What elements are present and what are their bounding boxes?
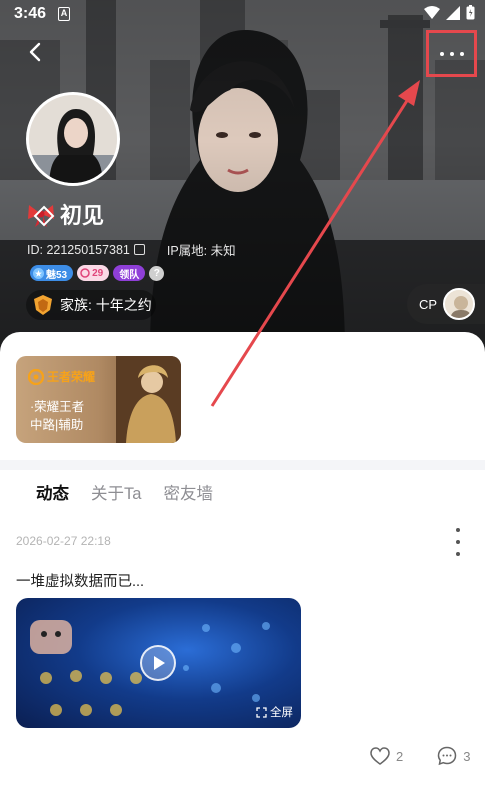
post-actions: 2 3	[370, 746, 470, 766]
user-name-row: 初见	[26, 198, 104, 230]
wifi-icon	[424, 5, 440, 19]
cp-button[interactable]: CP	[407, 284, 485, 324]
family-name: 家族: 十年之约	[60, 297, 152, 313]
cp-avatar	[443, 288, 476, 320]
game-rank: ·荣耀王者	[30, 400, 85, 414]
fullscreen-button[interactable]: 全屏	[256, 704, 293, 720]
fullscreen-label: 全屏	[270, 707, 293, 719]
tab-friend-wall[interactable]: 密友墙	[163, 480, 213, 510]
wealth-level: 29	[92, 267, 104, 279]
star-icon	[33, 267, 44, 279]
user-id: ID: 221250157381	[27, 242, 130, 257]
more-options-button[interactable]	[426, 30, 477, 77]
more-dot-icon	[459, 51, 464, 56]
game-logo-text: 王者荣耀	[47, 370, 96, 384]
post-menu-button[interactable]	[452, 528, 464, 556]
status-bar: 3:46 A	[0, 0, 485, 28]
section-divider	[0, 460, 485, 470]
menu-dot-icon	[456, 552, 460, 556]
profile-tabs: 动态 关于Ta 密友墙	[36, 480, 213, 510]
battery-icon	[466, 5, 475, 20]
game-logo-icon	[28, 368, 44, 385]
game-logo: 王者荣耀	[28, 368, 95, 385]
charm-level: 魅53	[46, 269, 68, 281]
cp-label: CP	[419, 296, 438, 312]
game-roles: 中路|辅助	[30, 418, 84, 432]
back-icon[interactable]	[24, 40, 48, 64]
play-icon	[154, 656, 165, 670]
heart-icon[interactable]	[370, 747, 390, 765]
user-name: 初见	[60, 203, 105, 228]
post-date: 2026-02-27 22:18	[16, 534, 111, 548]
comment-icon[interactable]	[437, 746, 457, 766]
ip-location: IP属地: 未知	[166, 244, 236, 258]
more-dot-icon	[439, 51, 444, 56]
tab-about[interactable]: 关于Ta	[91, 480, 141, 510]
copy-icon[interactable]	[133, 244, 145, 255]
status-icons	[424, 5, 475, 20]
wealth-icon	[80, 268, 90, 278]
wealth-badge[interactable]: 29	[77, 265, 110, 281]
post-video[interactable]: 全屏	[16, 598, 301, 728]
fullscreen-icon	[256, 706, 267, 718]
avatar[interactable]	[26, 92, 120, 186]
profile-content: 王者荣耀 ·荣耀王者 中路|辅助 动态 关于Ta 密友墙 2026-02-27 …	[0, 332, 485, 798]
like-count: 2	[396, 748, 404, 764]
post-text: 一堆虚拟数据而已...	[16, 574, 145, 590]
family-crest-icon	[34, 295, 52, 315]
level-badges: 魅53 29 领队 ?	[30, 265, 165, 281]
game-hero-image	[116, 356, 181, 443]
tab-moments[interactable]: 动态	[36, 480, 69, 510]
notification-icon: A	[58, 7, 70, 21]
game-card[interactable]: 王者荣耀 ·荣耀王者 中路|辅助	[16, 356, 181, 443]
help-icon[interactable]: ?	[149, 265, 165, 281]
status-time: 3:46	[14, 5, 47, 22]
red-bow-icon	[28, 205, 55, 227]
menu-dot-icon	[456, 528, 460, 532]
charm-badge[interactable]: 魅53	[30, 265, 74, 281]
id-row: ID: 221250157381 IP属地: 未知	[27, 240, 236, 259]
more-dot-icon	[449, 51, 454, 56]
menu-dot-icon	[456, 540, 460, 544]
comment-count: 3	[463, 748, 471, 764]
signal-icon	[446, 5, 460, 20]
family-pill[interactable]: 家族: 十年之约	[26, 290, 156, 320]
play-button[interactable]	[140, 645, 176, 681]
leader-badge[interactable]: 领队	[113, 265, 146, 281]
